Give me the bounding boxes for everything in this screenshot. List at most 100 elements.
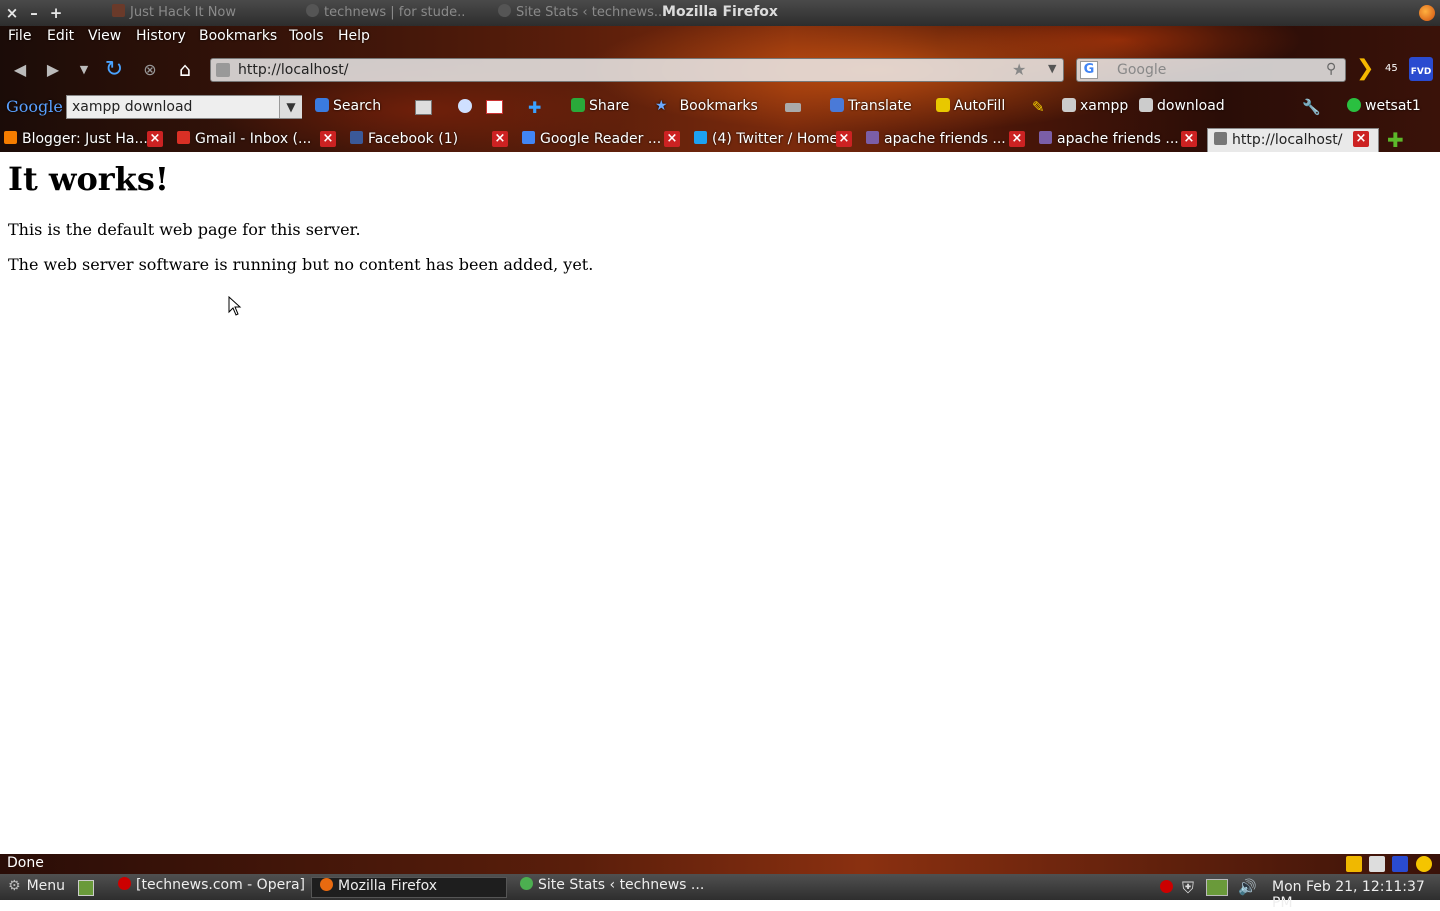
forward-arrow-icon[interactable]: ▶ [41,58,65,82]
firefox-icon[interactable] [1419,5,1435,21]
menu-history[interactable]: History [136,28,186,44]
calendar-icon[interactable] [415,100,432,115]
site-identity-icon[interactable] [216,63,230,77]
clock-icon[interactable] [458,99,472,113]
extension-status-icon[interactable] [1416,856,1432,872]
close-tab-icon[interactable]: × [492,131,508,147]
shield-icon[interactable]: ⛨ [1182,878,1194,898]
mail-icon[interactable] [486,100,503,114]
network-icon[interactable] [1206,879,1228,896]
chevron-right-icon[interactable]: ❯ [1356,56,1374,81]
tab-gmail[interactable]: Gmail - Inbox (... [177,128,323,152]
status-bar [0,854,1440,874]
badge-count: 45 [1385,63,1398,74]
menu-file[interactable]: File [8,28,31,44]
search-engine-google-icon[interactable]: G [1080,61,1098,79]
account-wetsat1[interactable]: wetsat1 [1347,98,1421,114]
menu-bookmarks[interactable]: Bookmarks [199,28,277,44]
menu-help[interactable]: Help [338,28,370,44]
highlighter-icon[interactable]: ✎ [1032,98,1045,116]
translate-button[interactable]: Translate [830,98,912,114]
url-dropdown-icon[interactable]: ▼ [1048,62,1056,75]
star-icon: ★ [655,98,668,114]
blogger-icon [4,131,17,144]
bookmark-star-icon[interactable]: ★ [1012,60,1026,79]
mouse-cursor-icon [228,296,242,316]
close-tab-icon[interactable]: × [1009,131,1025,147]
firefox-icon [320,878,333,891]
page-paragraph: This is the default web page for this se… [8,220,361,239]
tab-blogger[interactable]: Blogger: Just Ha... [4,128,150,152]
share-button[interactable]: Share [571,98,629,114]
start-menu-button[interactable]: ⚙ Menu [4,878,74,899]
menu-view[interactable]: View [88,28,121,44]
google-toolbar-query[interactable]: xampp download [72,99,192,115]
fvd-downloader-icon[interactable]: FVD [1409,57,1433,81]
fvd-status-icon[interactable] [1392,856,1408,872]
share-icon [571,98,585,112]
url-text[interactable]: http://localhost/ [238,62,348,78]
chevron-down-icon[interactable]: ▼ [279,96,302,118]
new-tab-button[interactable]: ✚ [1387,128,1404,152]
gear-icon: ⚙ [8,878,21,894]
opera-icon [118,877,131,890]
history-dropdown-icon[interactable]: ▼ [72,58,96,82]
search-term-icon [1139,98,1153,112]
google-icon [315,98,329,112]
clock[interactable]: Mon Feb 21, 12:11:37 PM [1272,879,1440,911]
back-arrow-icon[interactable]: ◀ [8,58,32,82]
opera-tray-icon[interactable] [1160,880,1173,893]
search-term-icon [1062,98,1076,112]
plus-icon[interactable]: ✚ [528,98,541,117]
taskbar-item-firefox[interactable]: Mozilla Firefox [311,877,507,898]
apache-friends-icon [866,131,879,144]
autofill-icon [936,98,950,112]
page-heading: It works! [8,160,169,198]
tab-google-reader[interactable]: Google Reader ... [522,128,668,152]
autofill-button[interactable]: AutoFill [936,98,1005,114]
search-input[interactable]: Google [1117,62,1166,78]
taskbar-item-opera[interactable]: [technews.com - Opera] [110,877,306,898]
page-paragraph: The web server software is running but n… [8,255,594,274]
home-icon[interactable]: ⌂ [173,58,197,82]
search-term-download[interactable]: download [1139,98,1225,114]
search-term-xampp[interactable]: xampp [1062,98,1128,114]
gmail-icon [177,131,190,144]
close-tab-icon[interactable]: × [147,131,163,147]
taskbar-item-chrome[interactable]: Site Stats ‹ technews ... [512,877,708,898]
tab-apache-friends[interactable]: apache friends ... [866,128,1012,152]
page-info-icon[interactable] [1369,856,1385,872]
reload-icon[interactable]: ↻ [102,58,126,82]
search-icon[interactable]: ⚲ [1326,61,1336,77]
wrench-icon[interactable]: 🔧 [1302,98,1321,116]
tab-twitter[interactable]: (4) Twitter / Home [694,128,840,152]
notes-icon[interactable] [1346,856,1362,872]
google-logo: Google [6,97,63,116]
page-icon [1214,132,1227,145]
twitter-icon [694,131,707,144]
menu-edit[interactable]: Edit [47,28,74,44]
toggle-icon[interactable] [785,103,801,112]
volume-icon[interactable]: 🔊 [1238,878,1257,896]
bookmarks-button[interactable]: ★ Bookmarks [655,98,758,114]
close-tab-icon[interactable]: × [320,131,336,147]
chrome-icon [520,877,533,890]
close-tab-icon[interactable]: × [664,131,680,147]
stop-icon[interactable]: ⊗ [138,58,162,82]
status-text: Done [7,855,44,871]
translate-icon [830,98,844,112]
close-tab-icon[interactable]: × [836,131,852,147]
google-search-button[interactable]: Search [315,98,381,114]
tab-apache-friends[interactable]: apache friends ... [1039,128,1185,152]
show-desktop-icon[interactable] [78,880,94,896]
page-content: It works! This is the default web page f… [0,152,1440,854]
menu-tools[interactable]: Tools [289,28,324,44]
google-reader-icon [522,131,535,144]
close-tab-icon[interactable]: × [1353,131,1369,147]
online-status-icon [1347,98,1361,112]
facebook-icon [350,131,363,144]
apache-friends-icon [1039,131,1052,144]
close-tab-icon[interactable]: × [1181,131,1197,147]
window-title: Mozilla Firefox [662,4,778,20]
tab-facebook[interactable]: Facebook (1) [350,128,496,152]
